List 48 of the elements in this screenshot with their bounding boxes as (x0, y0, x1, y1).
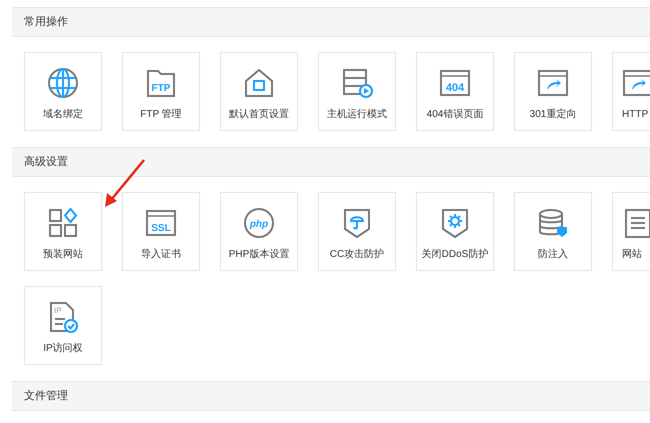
tool-tile[interactable]: IP IP访问权 (24, 286, 102, 365)
database-icon (537, 207, 569, 239)
shield-icon (439, 207, 471, 239)
grid-icon (47, 207, 79, 239)
tool-tile[interactable]: 默认首页设置 (220, 52, 298, 131)
shield-icon (341, 207, 373, 239)
tile-label: 默认首页设置 (229, 108, 289, 122)
pointer-arrow (103, 158, 146, 208)
tool-tile[interactable]: 404 404错误页面 (416, 52, 494, 131)
document-icon (622, 207, 650, 239)
tile-label: CC攻击防护 (330, 248, 384, 262)
section-title: 常用操作 (24, 14, 68, 30)
tool-tile[interactable]: 关闭DDoS防护 (416, 192, 494, 271)
tool-tile[interactable]: HTTP (612, 52, 650, 131)
tile-label: IP访问权 (43, 342, 83, 356)
browser-window-icon: 404 (439, 67, 471, 99)
tool-tile[interactable]: CC攻击防护 (318, 192, 396, 271)
circle-icon: php (243, 207, 275, 239)
section-title: 高级设置 (24, 154, 68, 170)
globe-icon (47, 67, 79, 99)
tool-tile[interactable]: 防注入 (514, 192, 592, 271)
folder-icon: FTP (145, 67, 177, 99)
tool-tile[interactable]: php PHP版本设置 (220, 192, 298, 271)
tile-label: 404错误页面 (426, 108, 484, 122)
tool-tile[interactable]: 301重定向 (514, 52, 592, 131)
tool-tile[interactable]: FTP FTP 管理 (122, 52, 200, 131)
browser-window-icon: SSL (145, 207, 177, 239)
tile-label: 预装网站 (43, 248, 83, 262)
tool-tile[interactable]: 网站 (612, 192, 650, 271)
browser-window-icon (622, 67, 650, 99)
browser-window-icon (537, 67, 569, 99)
server-icon (341, 67, 373, 99)
tool-tile[interactable]: 域名绑定 (24, 52, 102, 131)
tile-label: 域名绑定 (43, 108, 83, 122)
tile-label: 301重定向 (530, 108, 576, 122)
tile-label: PHP版本设置 (228, 248, 290, 262)
tile-label: 关闭DDoS防护 (422, 248, 488, 262)
tile-label: 防注入 (538, 248, 568, 262)
house-icon (243, 67, 275, 99)
tile-label: 导入证书 (141, 248, 181, 262)
tile-label: HTTP (622, 108, 648, 122)
tool-tile[interactable]: SSL 导入证书 (122, 192, 200, 271)
section-title: 文件管理 (24, 388, 68, 404)
tool-tile[interactable]: 预装网站 (24, 192, 102, 271)
tile-label: 网站 (622, 248, 642, 262)
tool-tile[interactable]: 主机运行模式 (318, 52, 396, 131)
tile-label: FTP 管理 (140, 108, 182, 122)
tile-label: 主机运行模式 (327, 108, 387, 122)
